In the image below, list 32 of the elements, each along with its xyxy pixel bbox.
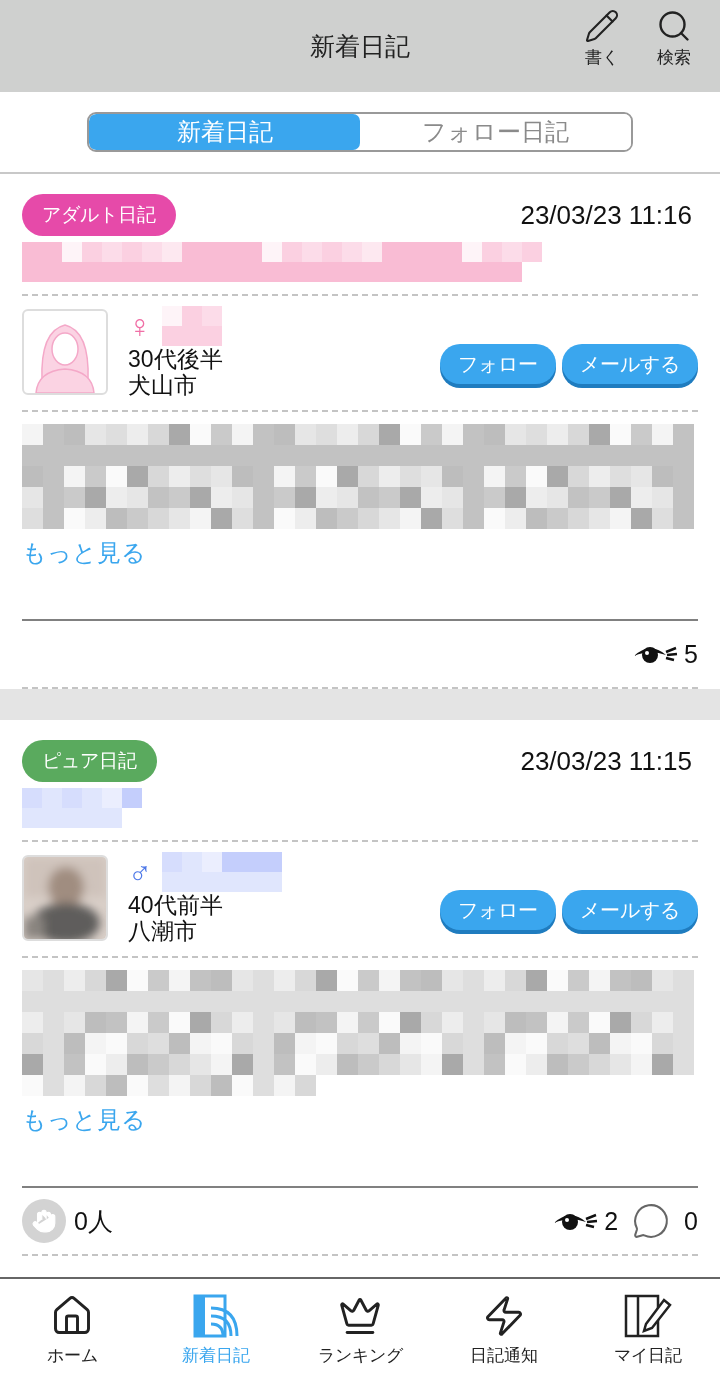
view-count: 2 [604, 1206, 619, 1236]
nav-item[interactable]: 新着日記 [144, 1279, 288, 1379]
read-more-link[interactable]: もっと見る [22, 1104, 146, 1136]
post-date: 23/03/23 11:16 [520, 199, 692, 231]
city: 八潮市 [128, 918, 198, 944]
category-badge: ピュア日記 [22, 740, 157, 782]
write-button[interactable]: 書く [584, 8, 620, 69]
nav-item[interactable]: マイ日記 [576, 1279, 720, 1379]
gender-symbol: ♀ [128, 310, 152, 342]
age-range: 30代後半 [128, 346, 224, 372]
feed-icon [193, 1294, 239, 1338]
clap-icon [22, 1199, 66, 1243]
post-date: 23/03/23 11:15 [520, 745, 692, 777]
clap-count: 0人 [74, 1205, 113, 1237]
search-icon [656, 8, 692, 44]
nav-item[interactable]: 日記通知 [432, 1279, 576, 1379]
nav-item[interactable]: ランキング [288, 1279, 432, 1379]
tab[interactable]: 新着日記 [89, 114, 360, 150]
nav-item[interactable]: ホーム [0, 1279, 144, 1379]
age-range: 40代前半 [128, 892, 224, 918]
search-button[interactable]: 検索 [656, 8, 692, 69]
pencil-icon [584, 8, 620, 44]
pixelated-name-drawing [162, 306, 222, 346]
view-count: 5 [684, 639, 698, 669]
city: 犬山市 [128, 372, 198, 398]
comment-count: 0 [684, 1206, 698, 1236]
comment-icon [632, 1202, 671, 1240]
gender-symbol: ♂ [128, 856, 152, 888]
page-title: 新着日記 [310, 30, 410, 62]
read-more-link[interactable]: もっと見る [22, 537, 146, 569]
notebook-pen-icon [624, 1294, 672, 1338]
category-badge: アダルト日記 [22, 194, 176, 236]
